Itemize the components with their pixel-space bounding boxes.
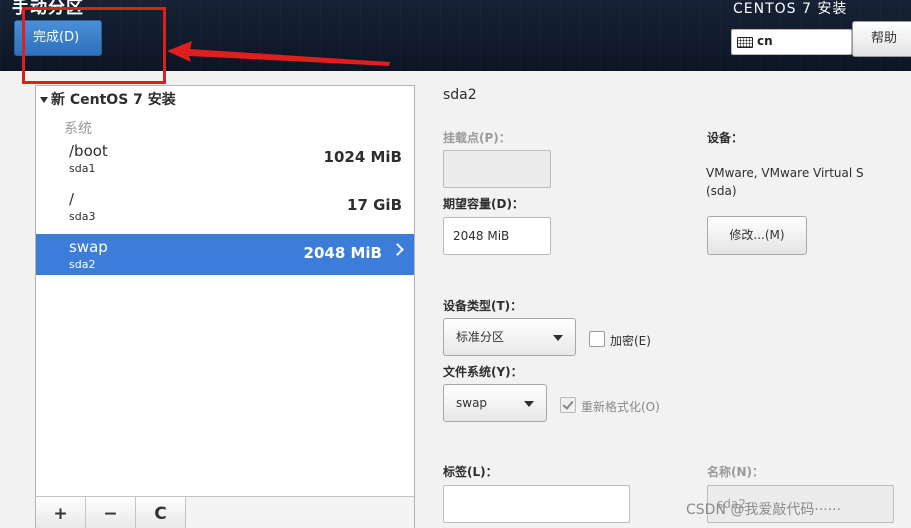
keyboard-layout-label: cn — [757, 34, 773, 48]
mount-device: sda2 — [69, 258, 96, 271]
reformat-label: 重新格式化(O) — [581, 400, 660, 414]
installer-title: CENTOS 7 安装 — [733, 1, 848, 17]
mount-row-boot[interactable]: /boot sda1 1024 MiB — [36, 138, 414, 179]
device-description: VMware, VMware Virtual S (sda) — [706, 166, 864, 198]
filesystem-select[interactable]: swap — [443, 384, 547, 422]
desired-capacity-label: 期望容量(D)： — [443, 197, 524, 211]
modify-device-button[interactable]: 修改...(M) — [707, 216, 807, 255]
encrypt-checkbox[interactable] — [589, 331, 605, 347]
encrypt-label: 加密(E) — [610, 334, 651, 348]
expand-arrow-icon — [40, 97, 48, 103]
mount-size: 2048 MiB — [303, 244, 382, 262]
annotation-highlight-box — [22, 7, 166, 84]
device-type-value: 标准分区 — [456, 330, 505, 344]
installer-window: 手动分区 完成(D) CENTOS 7 安装 cn 帮助 新 CentOS 7 … — [0, 0, 911, 528]
mount-row-swap[interactable]: swap sda2 2048 MiB — [36, 234, 414, 275]
partition-toolbar: + − C — [36, 496, 414, 528]
name-label: 名称(N)： — [707, 465, 765, 479]
remove-mount-button[interactable]: − — [86, 497, 136, 528]
device-label: 设备： — [707, 131, 744, 145]
checkmark-icon — [562, 398, 574, 410]
device-type-label: 设备类型(T)： — [443, 299, 523, 313]
mount-device: sda1 — [69, 162, 96, 175]
tag-input[interactable] — [443, 485, 630, 523]
tag-label: 标签(L)： — [443, 465, 498, 479]
chevron-right-icon — [391, 243, 404, 256]
install-group-label: 新 CentOS 7 安装 — [51, 92, 176, 108]
mount-device: sda3 — [69, 210, 96, 223]
chevron-down-icon — [553, 335, 563, 341]
mount-point-label: 挂载点(P)： — [443, 131, 511, 145]
mount-size: 1024 MiB — [323, 148, 402, 166]
reformat-checkbox[interactable] — [560, 397, 576, 413]
device-type-select[interactable]: 标准分区 — [443, 318, 576, 356]
annotation-arrow — [167, 41, 390, 66]
watermark: CSDN @我爱敲代码······ — [686, 502, 842, 518]
mount-name: / — [69, 190, 75, 208]
filesystem-value: swap — [456, 396, 488, 410]
help-button[interactable]: 帮助 — [852, 21, 911, 57]
install-group-header[interactable]: 新 CentOS 7 安装 — [40, 89, 176, 109]
chevron-down-icon — [524, 401, 534, 407]
desired-capacity-input[interactable]: 2048 MiB — [443, 217, 551, 255]
partition-title: sda2 — [443, 87, 477, 103]
mount-name: swap — [69, 238, 108, 256]
system-section-label: 系统 — [64, 121, 92, 137]
add-mount-button[interactable]: + — [36, 497, 86, 528]
mount-size: 17 GiB — [347, 196, 402, 214]
keyboard-layout-indicator[interactable]: cn — [731, 29, 852, 55]
mount-point-input[interactable] — [443, 150, 551, 188]
mount-name: /boot — [69, 142, 108, 160]
mount-row-root[interactable]: / sda3 17 GiB — [36, 186, 414, 227]
filesystem-label: 文件系统(Y)： — [443, 365, 523, 379]
keyboard-icon — [737, 37, 753, 48]
refresh-button[interactable]: C — [136, 497, 186, 528]
mount-point-list: 新 CentOS 7 安装 系统 /boot sda1 1024 MiB / s… — [35, 85, 415, 528]
